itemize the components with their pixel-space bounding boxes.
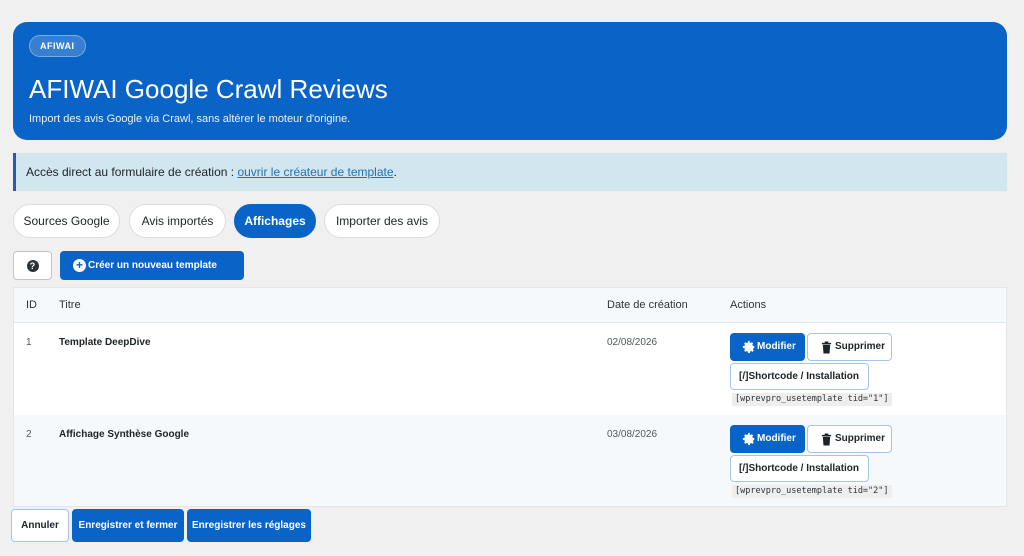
create-template-button[interactable]: + Créer un nouveau template d'avis <box>60 251 244 300</box>
tab-affichages[interactable]: Affichages <box>234 204 316 238</box>
row-date: 03/08/2026 <box>607 429 658 440</box>
shortcode-button[interactable]: [/]Shortcode / Installation <box>730 363 869 390</box>
edit-label: Modifier <box>757 341 796 352</box>
row-date: 02/08/2026 <box>607 337 658 348</box>
plus-circle-icon: + <box>73 259 86 272</box>
shortcode-value: [wprevpro_usetemplate tid="1"] <box>732 393 892 406</box>
gear-icon <box>742 432 755 446</box>
template-creator-link[interactable]: ouvrir le créateur de template <box>237 165 393 179</box>
page-title: AFIWAI Google Crawl Reviews <box>29 74 388 104</box>
help-button[interactable]: ? <box>13 251 52 280</box>
column-header-actions: Actions <box>730 299 767 311</box>
question-icon: ? <box>26 259 39 272</box>
notice-text: Accès direct au formulaire de création : <box>26 165 238 179</box>
tab-avis-importes[interactable]: Avis importés <box>129 204 226 238</box>
cancel-button[interactable]: Annuler <box>11 509 69 542</box>
edit-label: Modifier <box>757 433 796 444</box>
page-subtitle: Import des avis Google via Crawl, sans a… <box>29 113 351 125</box>
row-id: 1 <box>26 337 32 348</box>
gear-icon <box>742 340 755 354</box>
tab-sources-google[interactable]: Sources Google <box>13 204 120 238</box>
delete-button[interactable]: Supprimer <box>807 425 892 453</box>
tab-importer-avis[interactable]: Importer des avis <box>324 204 440 238</box>
page-header: AFIWAI AFIWAI Google Crawl Reviews Impor… <box>13 22 1007 140</box>
table-row: 1 Template DeepDive 02/08/2026 Modifier … <box>14 323 1006 415</box>
info-notice: Accès direct au formulaire de création :… <box>13 153 1007 191</box>
shortcode-button[interactable]: [/]Shortcode / Installation <box>730 455 869 482</box>
notice-suffix: . <box>393 165 397 179</box>
save-and-close-button[interactable]: Enregistrer et fermer <box>72 509 184 542</box>
table-row: 2 Affichage Synthèse Google 03/08/2026 M… <box>14 415 1006 506</box>
trash-icon <box>821 433 832 446</box>
row-title: Template DeepDive <box>59 337 151 348</box>
save-settings-button[interactable]: Enregistrer les réglages <box>187 509 311 542</box>
templates-table: ID Titre Date de création Actions 1 Temp… <box>13 287 1007 507</box>
edit-button[interactable]: Modifier <box>730 333 805 361</box>
table-header: ID Titre Date de création Actions <box>14 288 1006 323</box>
shortcode-value: [wprevpro_usetemplate tid="2"] <box>732 485 892 498</box>
brand-badge: AFIWAI <box>29 35 86 57</box>
shortcode-label: Shortcode / Installation <box>748 371 860 382</box>
column-header-date: Date de création <box>607 299 688 311</box>
delete-label: Supprimer <box>835 341 886 352</box>
shortcode-label: Shortcode / Installation <box>748 463 860 474</box>
row-id: 2 <box>26 429 32 440</box>
row-title: Affichage Synthèse Google <box>59 429 190 440</box>
delete-button[interactable]: Supprimer <box>807 333 892 361</box>
column-header-title: Titre <box>59 299 81 311</box>
delete-label: Supprimer <box>835 433 886 444</box>
column-header-id: ID <box>26 299 37 311</box>
edit-button[interactable]: Modifier <box>730 425 805 453</box>
trash-icon <box>821 341 832 354</box>
